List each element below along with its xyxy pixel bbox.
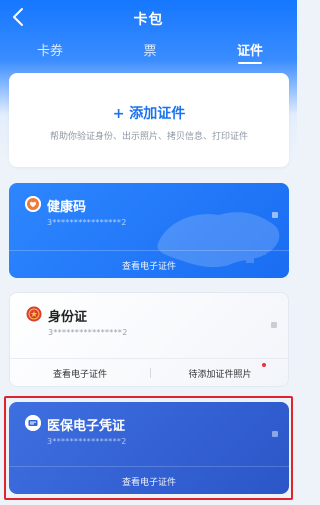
tab-certificates[interactable]: 证件 xyxy=(220,40,280,59)
corner-decoration-icon xyxy=(271,423,279,437)
id-card-emblem-icon xyxy=(26,306,42,322)
medical-insurance-card[interactable]: 医保电子凭证 3****************2 查看电子证件 xyxy=(9,402,289,494)
add-certificate-description: 帮助你验证身份、出示照片、拷贝信息、打印证件 xyxy=(49,132,248,142)
tab-coupons[interactable]: 卡券 xyxy=(20,40,80,59)
wallet-page: 卡包 卡券 票 证件 + 添加证件 帮助你验证身份、出示照片、拷贝信息、打印证件… xyxy=(0,0,297,505)
tab-tickets[interactable]: 票 xyxy=(120,40,180,59)
header: 卡包 xyxy=(0,0,297,36)
id-card[interactable]: 身份证 3****************2 查看电子证件 待添加证件照片 xyxy=(9,292,289,387)
view-medical-insurance-button[interactable]: 查看电子证件 xyxy=(9,475,289,488)
id-card-footer: 查看电子证件 待添加证件照片 xyxy=(10,358,288,386)
add-certificate-button[interactable]: + 添加证件 xyxy=(9,103,289,123)
add-id-photo-button[interactable]: 待添加证件照片 xyxy=(150,367,288,380)
page-title: 卡包 xyxy=(133,12,164,28)
id-card-number: 3****************2 xyxy=(48,328,128,337)
tab-bar: 卡券 票 证件 xyxy=(0,40,297,66)
medical-insurance-name: 医保电子凭证 xyxy=(47,419,126,434)
health-code-heart-icon xyxy=(25,196,41,212)
health-code-number: 3****************2 xyxy=(47,218,127,227)
corner-decoration-icon xyxy=(271,204,279,218)
health-code-card[interactable]: 健康码 3****************2 查看电子证件 xyxy=(9,183,289,278)
view-id-card-button[interactable]: 查看电子证件 xyxy=(10,367,150,380)
medical-insurance-footer: 查看电子证件 xyxy=(9,466,289,494)
corner-decoration-icon xyxy=(270,314,278,328)
id-card-name: 身份证 xyxy=(48,310,88,325)
medical-insurance-icon xyxy=(25,415,41,431)
active-tab-indicator xyxy=(238,62,262,64)
health-code-name: 健康码 xyxy=(47,200,87,215)
health-code-footer: 查看电子证件 xyxy=(9,250,289,278)
medical-insurance-number: 3****************2 xyxy=(47,437,127,446)
view-health-code-button[interactable]: 查看电子证件 xyxy=(9,259,289,272)
notification-dot xyxy=(262,363,266,367)
add-certificate-card[interactable]: + 添加证件 帮助你验证身份、出示照片、拷贝信息、打印证件 xyxy=(9,73,289,167)
